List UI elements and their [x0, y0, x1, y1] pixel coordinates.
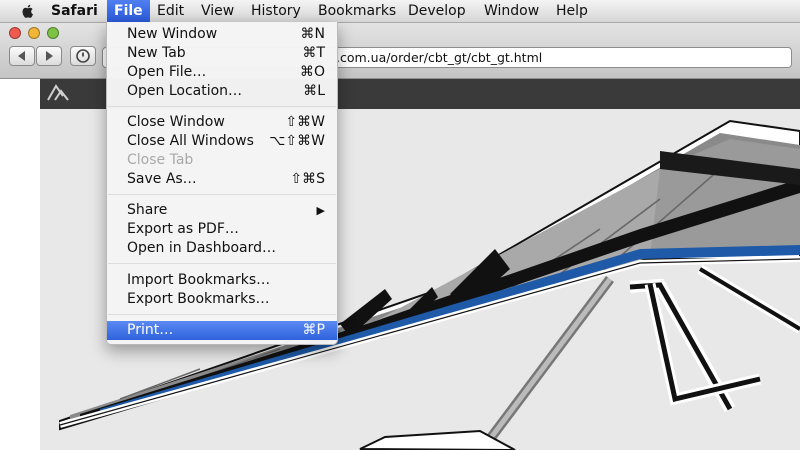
menu-bar: Safari File Edit View History Bookmarks … [0, 0, 800, 23]
menu-bookmarks[interactable]: Bookmarks [311, 0, 403, 22]
menu-item-export-bookmarks[interactable]: Export Bookmarks… [107, 290, 337, 309]
forward-button[interactable] [36, 46, 62, 66]
menu-safari[interactable]: Safari [44, 0, 105, 22]
menu-view[interactable]: View [194, 0, 241, 22]
forward-arrow-icon [46, 51, 53, 61]
menu-separator [108, 194, 336, 195]
site-logo-icon[interactable] [46, 82, 74, 106]
minimize-window-button[interactable] [28, 27, 40, 39]
menu-item-export-pdf[interactable]: Export as PDF… [107, 220, 337, 239]
menu-item-shortcut: ⌥⇧⌘W [269, 133, 325, 149]
menu-separator [108, 106, 336, 107]
menu-separator [108, 314, 336, 315]
menu-item-shortcut: ⌘T [302, 45, 325, 61]
menu-help[interactable]: Help [549, 0, 595, 22]
menu-item-label: Import Bookmarks… [127, 272, 271, 288]
menu-item-open-location[interactable]: Open Location… ⌘L [107, 82, 337, 101]
menu-item-label: New Tab [127, 45, 186, 61]
submenu-arrow-icon: ▶ [316, 204, 325, 217]
back-button[interactable] [9, 46, 35, 66]
menu-item-open-in-dashboard[interactable]: Open in Dashboard… [107, 239, 337, 258]
menu-item-label: Save As… [127, 171, 197, 187]
menu-item-label: Close Window [127, 114, 225, 130]
menu-item-share[interactable]: Share ▶ [107, 201, 337, 220]
menu-item-shortcut: ⌘N [300, 26, 325, 42]
menu-item-print[interactable]: Print… ⌘P [107, 321, 337, 340]
close-window-button[interactable] [9, 27, 21, 39]
menu-item-label: Close Tab [127, 152, 194, 168]
menu-item-close-all-windows[interactable]: Close All Windows ⌥⇧⌘W [107, 132, 337, 151]
menu-item-shortcut: ⌘O [299, 64, 325, 80]
menu-window[interactable]: Window [477, 0, 546, 22]
menu-item-shortcut: ⇧⌘S [290, 171, 325, 187]
menu-item-save-as[interactable]: Save As… ⇧⌘S [107, 170, 337, 189]
menu-file[interactable]: File [107, 0, 150, 22]
menu-item-import-bookmarks[interactable]: Import Bookmarks… [107, 271, 337, 290]
menu-separator [108, 263, 336, 264]
reader-button[interactable] [70, 46, 96, 66]
menu-item-label: Share [127, 202, 168, 218]
back-arrow-icon [18, 51, 25, 61]
file-menu-dropdown: New Window ⌘N New Tab ⌘T Open File… ⌘O O… [106, 22, 338, 345]
menu-item-close-window[interactable]: Close Window ⇧⌘W [107, 113, 337, 132]
menu-item-label: Open Location… [127, 83, 243, 99]
menu-history[interactable]: History [244, 0, 308, 22]
menu-item-open-file[interactable]: Open File… ⌘O [107, 63, 337, 82]
menu-item-label: Export as PDF… [127, 221, 239, 237]
clock-icon [76, 49, 90, 63]
menu-item-shortcut: ⇧⌘W [285, 114, 325, 130]
menu-item-new-tab[interactable]: New Tab ⌘T [107, 44, 337, 63]
menu-item-label: Print… [127, 322, 174, 338]
address-url-text: .com.ua/order/cbt_gt/cbt_gt.html [336, 50, 543, 65]
menu-item-shortcut: ⌘L [303, 83, 325, 99]
menu-item-label: Open File… [127, 64, 207, 80]
zoom-window-button[interactable] [47, 27, 59, 39]
menu-edit[interactable]: Edit [150, 0, 191, 22]
menu-item-close-tab: Close Tab [107, 151, 337, 170]
menu-item-label: Close All Windows [127, 133, 254, 149]
menu-item-label: Export Bookmarks… [127, 291, 270, 307]
menu-item-new-window[interactable]: New Window ⌘N [107, 25, 337, 44]
menu-item-label: Open in Dashboard… [127, 240, 277, 256]
menu-item-label: New Window [127, 26, 218, 42]
menu-develop[interactable]: Develop [401, 0, 473, 22]
menu-item-shortcut: ⌘P [302, 322, 325, 338]
apple-icon[interactable] [20, 3, 36, 19]
